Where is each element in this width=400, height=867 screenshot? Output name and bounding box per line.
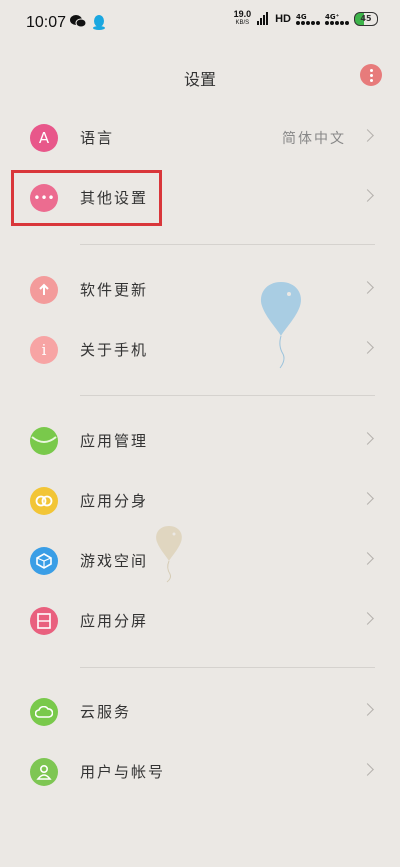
update-arrow-icon [30, 276, 58, 304]
chevron-right-icon [361, 129, 374, 142]
wechat-icon [70, 15, 86, 28]
network-type-2: 4G⁺ [325, 13, 340, 21]
chevron-right-icon [361, 703, 374, 716]
header: 设置 [0, 46, 400, 106]
section-divider [80, 244, 375, 245]
language-icon: A [30, 124, 58, 152]
more-options-icon[interactable] [360, 64, 382, 86]
settings-item-app-management[interactable]: 应用管理 [0, 411, 400, 471]
signal-dots-icon [296, 21, 320, 25]
chevron-right-icon [361, 612, 374, 625]
speed-value: 19.0 [233, 9, 252, 19]
chevron-right-icon [361, 552, 374, 565]
notification-icons [70, 14, 106, 30]
battery-icon: 45 [354, 12, 378, 26]
chevron-right-icon [361, 432, 374, 445]
item-label: 应用管理 [80, 432, 149, 450]
settings-item-app-clone[interactable]: 应用分身 [0, 471, 400, 531]
settings-item-user-account[interactable]: 用户与帐号 [0, 742, 400, 802]
settings-item-game-space[interactable]: 游戏空间 [0, 531, 400, 591]
section-divider [80, 667, 375, 668]
settings-item-language[interactable]: A 语言 简体中文 [0, 108, 400, 168]
settings-item-about-phone[interactable]: i 关于手机 [0, 320, 400, 380]
chevron-right-icon [361, 763, 374, 776]
signal-sim1: 4G [296, 13, 320, 25]
hd-label: HD [275, 13, 291, 25]
item-label: 关于手机 [80, 341, 149, 359]
signal-dots-icon [325, 21, 349, 25]
item-value: 简体中文 [282, 131, 346, 147]
balloon-decoration-icon [260, 282, 302, 369]
highlight-box [11, 170, 162, 226]
network-speed: 19.0 KB/S [234, 10, 252, 28]
item-label: 软件更新 [80, 281, 149, 299]
page-title: 设置 [183, 70, 216, 89]
section-divider [80, 395, 375, 396]
cloud-icon [30, 698, 58, 726]
app-manage-icon [30, 427, 58, 455]
app-clone-icon [30, 487, 58, 515]
info-icon: i [30, 336, 58, 364]
settings-item-software-update[interactable]: 软件更新 [0, 260, 400, 320]
chevron-right-icon [361, 189, 374, 202]
item-label: 应用分身 [80, 492, 149, 510]
wifi-icon [257, 12, 269, 25]
item-label: 应用分屏 [80, 612, 149, 630]
settings-item-split-screen[interactable]: 应用分屏 [0, 591, 400, 651]
status-indicators: 19.0 KB/S HD 4G 4G⁺ 45 [234, 10, 378, 28]
balloon-decoration-icon [156, 526, 182, 583]
chevron-right-icon [361, 341, 374, 354]
chevron-right-icon [361, 281, 374, 294]
split-screen-icon [30, 607, 58, 635]
item-label: 语言 [80, 129, 115, 147]
item-label: 用户与帐号 [80, 763, 166, 781]
speed-unit: KB/S [235, 20, 250, 26]
settings-item-cloud-service[interactable]: 云服务 [0, 682, 400, 742]
signal-sim2: 4G⁺ [325, 13, 349, 25]
qq-icon [93, 15, 105, 30]
item-label: 云服务 [80, 703, 132, 721]
status-bar: 10:07 19.0 KB/S HD 4G 4G⁺ 45 [0, 0, 400, 46]
game-space-icon [30, 547, 58, 575]
item-label: 游戏空间 [80, 552, 149, 570]
user-icon [30, 758, 58, 786]
chevron-right-icon [361, 492, 374, 505]
status-time: 10:07 [26, 14, 67, 31]
network-type-1: 4G [296, 13, 307, 21]
